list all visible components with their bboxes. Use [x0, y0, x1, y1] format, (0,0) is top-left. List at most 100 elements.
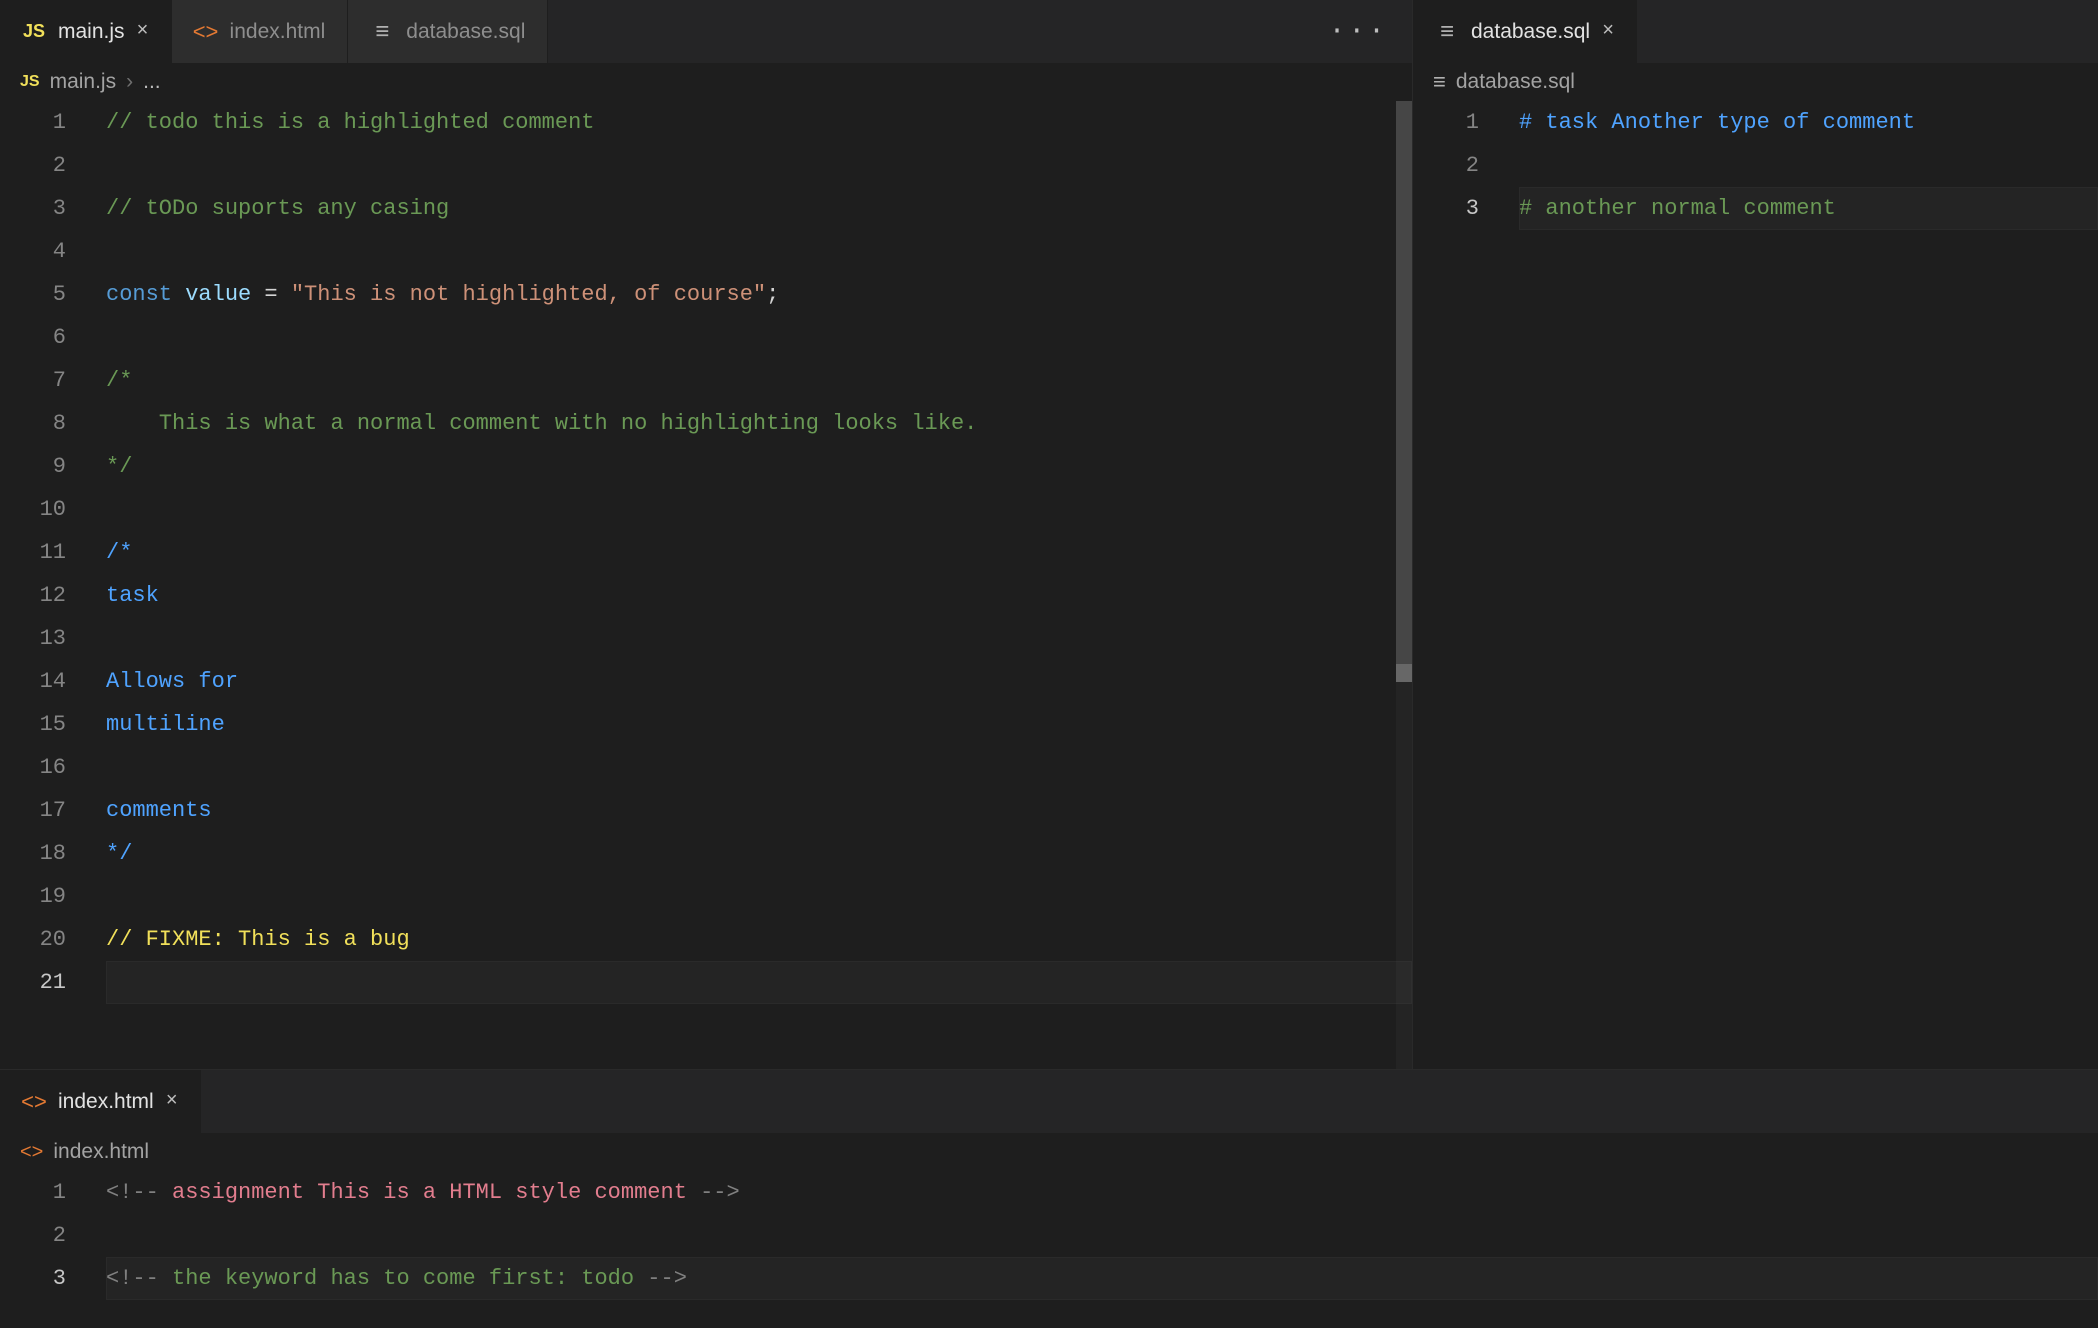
- code-area[interactable]: <!-- assignment This is a HTML style com…: [88, 1171, 2098, 1328]
- line-number: 12: [0, 574, 66, 617]
- line-number: 21: [0, 961, 66, 1004]
- tabs-bar-right: ≡ database.sql ×: [1413, 0, 2098, 63]
- code-line[interactable]: This is what a normal comment with no hi…: [106, 402, 1412, 445]
- line-number: 17: [0, 789, 66, 832]
- breadcrumb-file: database.sql: [1456, 70, 1575, 94]
- html-icon: <>: [20, 1141, 43, 1164]
- scrollbar-thumb[interactable]: [1396, 101, 1412, 664]
- line-number: 4: [0, 230, 66, 273]
- sql-icon: ≡: [370, 20, 394, 44]
- code-line[interactable]: [106, 617, 1412, 660]
- breadcrumb-file: index.html: [53, 1140, 149, 1164]
- chevron-right-icon: ›: [126, 70, 133, 94]
- code-line[interactable]: Allows for: [106, 660, 1412, 703]
- code-line[interactable]: */: [106, 832, 1412, 875]
- line-number: 3: [0, 187, 66, 230]
- line-number: 7: [0, 359, 66, 402]
- html-icon: <>: [22, 1090, 46, 1114]
- editor-body-bottom[interactable]: 123 <!-- assignment This is a HTML style…: [0, 1171, 2098, 1328]
- close-icon[interactable]: ×: [137, 20, 149, 43]
- workbench: JS main.js × <> index.html ≡ database.sq…: [0, 0, 2098, 1328]
- line-number: 3: [1413, 187, 1479, 230]
- breadcrumb[interactable]: ≡ database.sql: [1413, 63, 2098, 101]
- editor-panel-left: JS main.js × <> index.html ≡ database.sq…: [0, 0, 1413, 1069]
- line-number: 1: [0, 101, 66, 144]
- code-line[interactable]: # another normal comment: [1519, 187, 2098, 230]
- tab-label: database.sql: [406, 20, 525, 44]
- top-row: JS main.js × <> index.html ≡ database.sq…: [0, 0, 2098, 1069]
- line-number: 10: [0, 488, 66, 531]
- js-icon: JS: [22, 20, 46, 44]
- gutter: 123: [1413, 101, 1501, 1069]
- line-number: 5: [0, 273, 66, 316]
- close-icon[interactable]: ×: [166, 1090, 178, 1113]
- line-number: 20: [0, 918, 66, 961]
- line-number: 6: [0, 316, 66, 359]
- editor-body-right[interactable]: 123 # task Another type of comment # anot…: [1413, 101, 2098, 1069]
- code-area[interactable]: // todo this is a highlighted comment // …: [88, 101, 1412, 1069]
- tab-label: database.sql: [1471, 20, 1590, 44]
- tabs-spacer: ···: [548, 0, 1412, 63]
- code-line[interactable]: // todo this is a highlighted comment: [106, 101, 1412, 144]
- code-area[interactable]: # task Another type of comment # another …: [1501, 101, 2098, 1069]
- code-line[interactable]: /*: [106, 359, 1412, 402]
- code-line[interactable]: [106, 316, 1412, 359]
- code-line[interactable]: [106, 1214, 2098, 1257]
- sql-icon: ≡: [1433, 69, 1446, 95]
- tab-label: index.html: [58, 1090, 154, 1114]
- scrollbar-thumb-end[interactable]: [1396, 664, 1412, 682]
- code-line[interactable]: const value = "This is not highlighted, …: [106, 273, 1412, 316]
- tab-index-html[interactable]: <> index.html ×: [0, 1070, 201, 1133]
- code-line[interactable]: # task Another type of comment: [1519, 101, 2098, 144]
- editor-body-left[interactable]: 123456789101112131415161718192021 // tod…: [0, 101, 1412, 1069]
- close-icon[interactable]: ×: [1602, 20, 1614, 43]
- line-number: 19: [0, 875, 66, 918]
- code-line[interactable]: [106, 230, 1412, 273]
- sql-icon: ≡: [1435, 20, 1459, 44]
- code-line[interactable]: // tODo suports any casing: [106, 187, 1412, 230]
- html-icon: <>: [194, 20, 218, 44]
- code-line[interactable]: */: [106, 445, 1412, 488]
- tab-database-sql[interactable]: ≡ database.sql: [348, 0, 548, 63]
- code-line[interactable]: multiline: [106, 703, 1412, 746]
- breadcrumb[interactable]: JS main.js › ...: [0, 63, 1412, 101]
- editor-panel-bottom: <> index.html × <> index.html 123 <!-- a…: [0, 1069, 2098, 1328]
- code-line[interactable]: [106, 875, 1412, 918]
- code-line[interactable]: [106, 746, 1412, 789]
- line-number: 8: [0, 402, 66, 445]
- tabs-bar-bottom: <> index.html ×: [0, 1070, 2098, 1133]
- tab-index-html[interactable]: <> index.html: [172, 0, 349, 63]
- line-number: 9: [0, 445, 66, 488]
- code-line[interactable]: [106, 488, 1412, 531]
- editor-panel-right: ≡ database.sql × ≡ database.sql 123 # ta…: [1413, 0, 2098, 1069]
- breadcrumb-rest: ...: [143, 70, 161, 94]
- line-number: 14: [0, 660, 66, 703]
- line-number: 16: [0, 746, 66, 789]
- line-number: 3: [0, 1257, 66, 1300]
- line-number: 1: [1413, 101, 1479, 144]
- code-line[interactable]: task: [106, 574, 1412, 617]
- tab-database-sql[interactable]: ≡ database.sql ×: [1413, 0, 1637, 63]
- tab-label: main.js: [58, 20, 125, 44]
- overflow-icon[interactable]: ···: [1329, 16, 1388, 47]
- code-line[interactable]: [106, 961, 1412, 1004]
- tab-main-js[interactable]: JS main.js ×: [0, 0, 172, 63]
- breadcrumb[interactable]: <> index.html: [0, 1133, 2098, 1171]
- line-number: 13: [0, 617, 66, 660]
- code-line[interactable]: <!-- assignment This is a HTML style com…: [106, 1171, 2098, 1214]
- scrollbar[interactable]: [1396, 101, 1412, 1069]
- tabs-bar-left: JS main.js × <> index.html ≡ database.sq…: [0, 0, 1412, 63]
- gutter: 123456789101112131415161718192021: [0, 101, 88, 1069]
- line-number: 18: [0, 832, 66, 875]
- breadcrumb-file: main.js: [50, 70, 117, 94]
- line-number: 2: [0, 144, 66, 187]
- line-number: 1: [0, 1171, 66, 1214]
- line-number: 2: [1413, 144, 1479, 187]
- code-line[interactable]: // FIXME: This is a bug: [106, 918, 1412, 961]
- code-line[interactable]: [106, 144, 1412, 187]
- code-line[interactable]: /*: [106, 531, 1412, 574]
- line-number: 11: [0, 531, 66, 574]
- code-line[interactable]: <!-- the keyword has to come first: todo…: [106, 1257, 2098, 1300]
- code-line[interactable]: [1519, 144, 2098, 187]
- code-line[interactable]: comments: [106, 789, 1412, 832]
